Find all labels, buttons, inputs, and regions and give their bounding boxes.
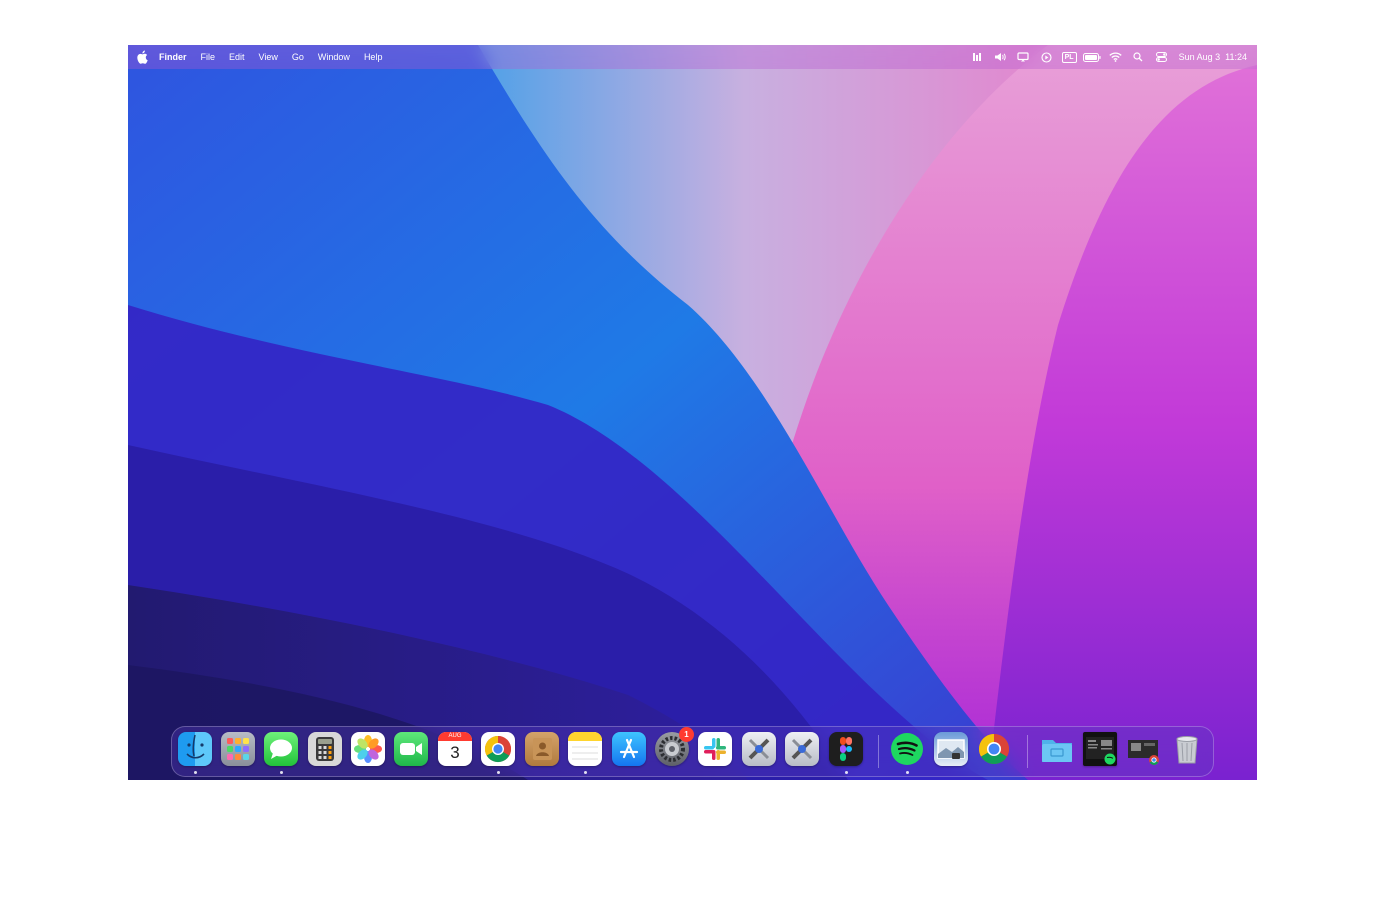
wrench-screwdriver-icon xyxy=(785,732,819,766)
now-playing-icon[interactable] xyxy=(1035,45,1058,69)
menu-bar: Finder File Edit View Go Window Help PL xyxy=(128,45,1257,69)
contacts-icon xyxy=(525,732,559,766)
dock-app-store[interactable] xyxy=(612,732,647,768)
figma-icon xyxy=(829,732,863,766)
dock-chrome[interactable] xyxy=(481,732,516,774)
dock-separator xyxy=(878,735,879,768)
menu-clock[interactable]: Sun Aug 3 11:24 xyxy=(1179,52,1247,62)
calculator-icon xyxy=(308,732,342,766)
battery-icon[interactable] xyxy=(1081,45,1104,69)
running-indicator xyxy=(906,771,909,774)
menu-app-finder[interactable]: Finder xyxy=(152,45,194,69)
app-store-icon xyxy=(612,732,646,766)
dock-notes[interactable] xyxy=(568,732,603,774)
desktop-wallpaper xyxy=(128,45,1257,780)
menu-go[interactable]: Go xyxy=(285,45,311,69)
wrench-screwdriver-icon xyxy=(742,732,776,766)
volume-icon[interactable] xyxy=(989,45,1012,69)
dock-photos[interactable] xyxy=(351,732,386,768)
finder-icon xyxy=(178,732,212,766)
photos-icon xyxy=(351,732,385,766)
running-indicator xyxy=(194,771,197,774)
calendar-icon: AUG 3 xyxy=(438,732,472,766)
dock-chrome-2[interactable] xyxy=(977,732,1012,768)
dock-trash[interactable] xyxy=(1170,732,1205,768)
apple-icon[interactable] xyxy=(136,50,148,64)
control-center-icon[interactable] xyxy=(1150,45,1173,69)
dock-separator xyxy=(1027,735,1028,768)
menu-view[interactable]: View xyxy=(252,45,285,69)
clock-time: 11:24 xyxy=(1225,52,1247,62)
preview-icon xyxy=(934,732,968,766)
spotify-icon xyxy=(890,732,924,766)
wifi-icon[interactable] xyxy=(1104,45,1127,69)
dock-calendar[interactable]: AUG 3 xyxy=(438,732,473,768)
stats-icon[interactable] xyxy=(966,45,989,69)
dock-messages[interactable] xyxy=(264,732,299,774)
messages-icon xyxy=(264,732,298,766)
running-indicator xyxy=(497,771,500,774)
dock-finder[interactable] xyxy=(178,732,213,774)
folder-icon xyxy=(1040,732,1074,766)
display-icon[interactable] xyxy=(1012,45,1035,69)
dock-minimized-window-chrome[interactable] xyxy=(1126,732,1161,768)
dock-system-settings[interactable]: 1 xyxy=(655,727,694,768)
window-thumbnail-icon xyxy=(1083,732,1117,766)
desktop-screen: Finder File Edit View Go Window Help PL xyxy=(128,45,1257,780)
clock-date: Sun Aug 3 xyxy=(1178,52,1221,62)
facetime-icon xyxy=(394,732,428,766)
calendar-day: 3 xyxy=(450,743,460,762)
running-indicator xyxy=(280,771,283,774)
trash-icon xyxy=(1170,732,1204,766)
launchpad-icon xyxy=(221,732,255,766)
dock-preview[interactable] xyxy=(934,732,969,768)
notes-icon xyxy=(568,732,602,766)
window-thumbnail-icon xyxy=(1126,732,1160,766)
dock-utility-app-2[interactable] xyxy=(785,732,820,768)
running-indicator xyxy=(845,771,848,774)
dock: AUG 3 1 xyxy=(171,726,1214,777)
spotlight-search-icon[interactable] xyxy=(1127,45,1150,69)
menu-file[interactable]: File xyxy=(194,45,223,69)
chrome-icon xyxy=(977,732,1011,766)
dock-minimized-window-spotify[interactable] xyxy=(1083,732,1118,768)
notification-badge: 1 xyxy=(679,727,694,742)
menu-help[interactable]: Help xyxy=(357,45,390,69)
dock-launchpad[interactable] xyxy=(221,732,256,768)
slack-icon xyxy=(698,732,732,766)
dock-figma[interactable] xyxy=(829,732,864,774)
dock-slack[interactable] xyxy=(698,732,733,768)
dock-contacts[interactable] xyxy=(525,732,560,768)
dock-spotify[interactable] xyxy=(890,732,925,774)
keyboard-layout-icon[interactable]: PL xyxy=(1058,45,1081,69)
calendar-month: AUG xyxy=(438,732,472,741)
menu-window[interactable]: Window xyxy=(311,45,357,69)
dock-utility-app-1[interactable] xyxy=(742,732,777,768)
dock-downloads-folder[interactable] xyxy=(1040,732,1075,768)
menu-edit[interactable]: Edit xyxy=(222,45,252,69)
chrome-icon xyxy=(481,732,515,766)
dock-facetime[interactable] xyxy=(394,732,429,768)
running-indicator xyxy=(584,771,587,774)
keyboard-layout-label: PL xyxy=(1061,51,1077,63)
dock-calculator[interactable] xyxy=(308,732,343,768)
